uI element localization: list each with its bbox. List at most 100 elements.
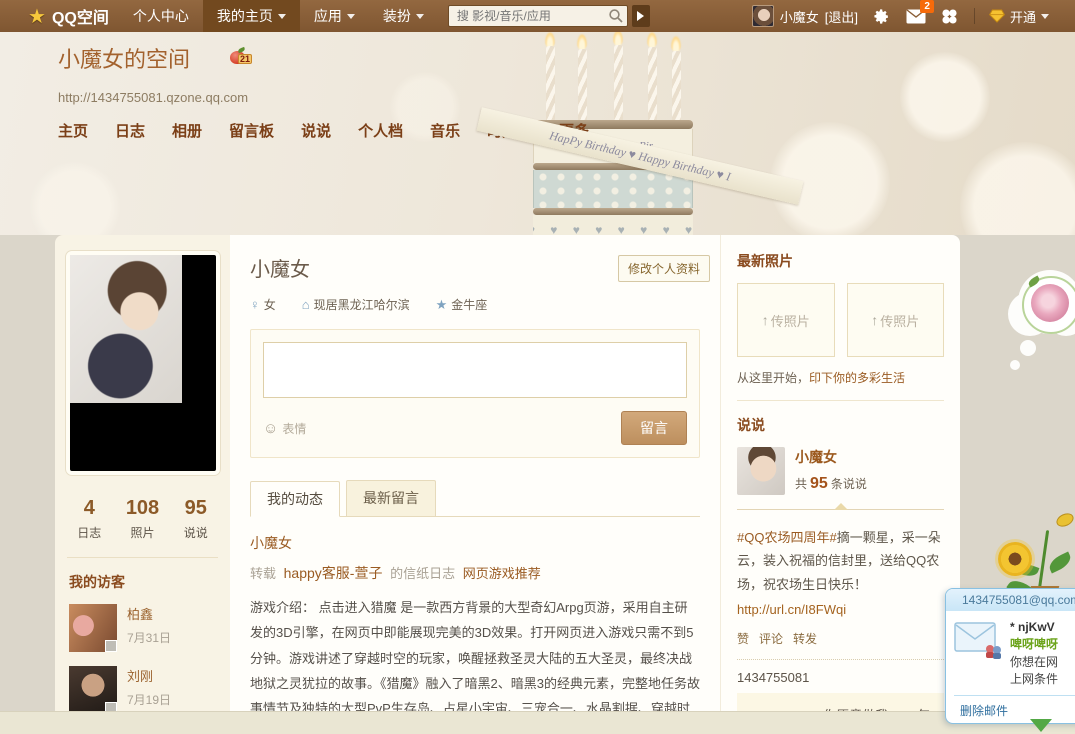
arrow-right-icon [637, 11, 644, 21]
nav-blog[interactable]: 日志 [115, 120, 145, 141]
message-input[interactable] [263, 342, 687, 398]
shuoshuo-user-name[interactable]: 小魔女 [795, 447, 867, 467]
visitor-item[interactable]: 柏鑫 7月31日 [69, 604, 216, 652]
plant-stem [1038, 530, 1049, 590]
search-go-button[interactable] [632, 5, 650, 27]
visitor-name[interactable]: 柏鑫 [127, 604, 171, 623]
chevron-down-icon [347, 14, 355, 19]
upload-photo-button[interactable]: ↑ 传照片 [847, 283, 945, 357]
candle [614, 45, 623, 123]
mail-button[interactable]: 2 [906, 7, 926, 25]
post-url-link[interactable]: http://url.cn/I8FWqi [737, 598, 944, 621]
sunflower-icon [998, 542, 1032, 576]
nav-guestbook[interactable]: 留言板 [229, 120, 274, 141]
nav-profile[interactable]: 个人档 [358, 120, 403, 141]
print-life-link[interactable]: 印下你的多彩生活 [809, 371, 905, 385]
chevron-down-icon [1041, 14, 1049, 19]
chevron-down-icon [278, 14, 286, 19]
menu-item-my-home[interactable]: 我的主页 [203, 0, 300, 32]
search-area [448, 5, 650, 27]
leave-message-button[interactable]: 留言 [621, 411, 687, 445]
stat-photos[interactable]: 108 照片 [126, 497, 159, 541]
upload-photo-button[interactable]: ↑ 传照片 [737, 283, 835, 357]
candle [578, 49, 587, 123]
profile-photo-frame[interactable] [66, 251, 220, 475]
profile-photo [70, 255, 182, 403]
edit-profile-button[interactable]: 修改个人资料 [618, 255, 710, 282]
qzone-logo[interactable]: ★ QQ空间 [0, 4, 119, 29]
menu-item-apps[interactable]: 应用 [300, 0, 369, 32]
bottom-toolbar[interactable] [0, 711, 1075, 734]
tab-my-feeds[interactable]: 我的动态 [250, 481, 340, 517]
visitors-section: 我的访客 柏鑫 7月31日 刘刚 7月19日 [55, 558, 230, 712]
mail-subject-link[interactable]: 啤呀啤呀 [1010, 636, 1058, 653]
apps-center-button[interactable] [940, 7, 960, 25]
search-icon[interactable] [608, 8, 624, 24]
candle-flame [613, 32, 623, 46]
ribbon-band-hearts: ♥ ♥ ♥ ♥ ♥ ♥ ♥ ♥ [533, 215, 693, 235]
visitor-avatar[interactable] [69, 666, 117, 712]
visitor-avatar[interactable] [69, 604, 117, 652]
hashtag-link[interactable]: #QQ农场四周年# [737, 530, 837, 545]
feed-tabs: 我的动态 最新留言 [250, 480, 700, 517]
stat-blogs[interactable]: 4 日志 [77, 497, 101, 541]
main-content: 小魔女 修改个人资料 ♀女 ⌂现居黑龙江哈尔滨 ★金牛座 ☺ 表情 留言 我的动… [230, 235, 720, 712]
bubble-trail [1020, 340, 1036, 356]
envelope-people-icon [954, 619, 1002, 659]
settings-button[interactable] [872, 7, 892, 25]
logout-link[interactable]: [退出] [825, 7, 858, 26]
avatar-corner [105, 640, 117, 652]
bokeh-light [900, 52, 990, 142]
chevron-down-icon [416, 14, 424, 19]
nav-home[interactable]: 主页 [58, 120, 88, 141]
tab-latest-messages[interactable]: 最新留言 [346, 480, 436, 516]
divider [737, 509, 944, 510]
message-composer: ☺ 表情 留言 [250, 329, 700, 458]
candle-flame [671, 36, 681, 52]
female-icon: ♀ [250, 297, 260, 312]
menu-item-personal-center[interactable]: 个人中心 [119, 0, 203, 32]
delete-mail-link[interactable]: 删除邮件 [946, 696, 1075, 719]
forward-button[interactable]: 转发 [793, 630, 817, 647]
vip-open-button[interactable]: 开通 [989, 7, 1049, 26]
feed-title-link[interactable]: 网页游戏推荐 [463, 566, 541, 581]
visitor-item[interactable]: 刘刚 7月19日 [69, 666, 216, 712]
candle [546, 46, 555, 122]
shuoshuo-count: 共95条说说 [795, 475, 867, 493]
emoticon-button[interactable]: ☺ 表情 [263, 420, 306, 437]
like-button[interactable]: 赞 [737, 630, 749, 647]
nav-music[interactable]: 音乐 [430, 120, 460, 141]
comment-button[interactable]: 评论 [759, 630, 783, 647]
bokeh-light [960, 142, 1075, 235]
visitor-name[interactable]: 刘刚 [127, 666, 171, 685]
collapse-arrow-icon[interactable] [1030, 719, 1052, 732]
topbar-right: 小魔女 [退出] 2 开通 [752, 5, 1075, 27]
shuoshuo-post: #QQ农场四周年#摘一颗星，采一朵云，装入祝福的信封里，送给QQ农场，祝农场生日… [737, 526, 944, 622]
menu-item-decorate[interactable]: 装扮 [369, 0, 438, 32]
shuoshuo-user: 小魔女 共95条说说 [737, 447, 944, 495]
corn-bud [1054, 511, 1075, 529]
search-input[interactable] [448, 5, 628, 27]
header-banner: Lday ♥ Happy Bir ♥ ♥ ♥ ♥ ♥ ♥ ♥ ♥ HapPy B… [0, 32, 1075, 235]
avatar[interactable] [737, 447, 785, 495]
upload-arrow-icon: ↑ [871, 312, 878, 328]
diamond-icon [989, 9, 1005, 23]
apple-level-icon[interactable]: 21 [230, 48, 248, 64]
stats-row: 4 日志 108 照片 95 说说 [55, 475, 230, 557]
stat-shuoshuo[interactable]: 95 说说 [184, 497, 208, 541]
visitors-title: 我的访客 [69, 572, 216, 592]
divider [737, 659, 944, 660]
photos-caption: 从这里开始，印下你的多彩生活 [737, 369, 944, 386]
feed-source-link[interactable]: happy客服-萱子 [284, 565, 383, 581]
user-menu[interactable]: 小魔女 [退出] [752, 5, 858, 27]
mail-sender: * njKwV [1010, 619, 1058, 636]
zodiac-value: 金牛座 [451, 298, 487, 312]
candle [672, 51, 681, 123]
spool-disc [533, 208, 693, 215]
nav-albums[interactable]: 相册 [172, 120, 202, 141]
mail-account: 1434755081@qq.com [946, 589, 1075, 611]
nav-shuoshuo[interactable]: 说说 [301, 120, 331, 141]
avatar [752, 5, 774, 27]
upload-arrow-icon: ↑ [762, 312, 769, 328]
feed-author-link[interactable]: 小魔女 [250, 533, 700, 553]
